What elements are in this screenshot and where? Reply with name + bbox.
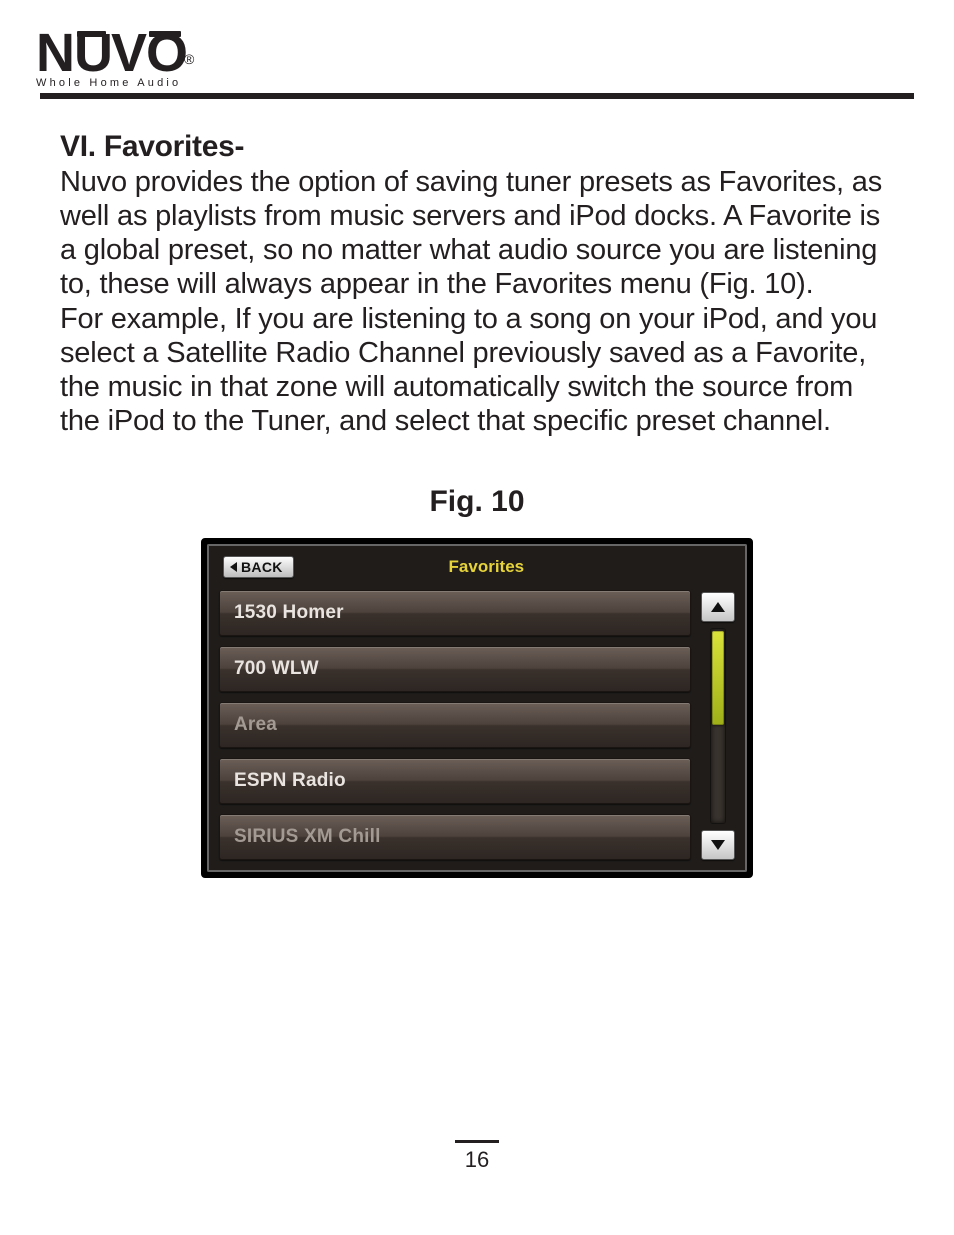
device-screen: BACK Favorites 1530 Homer 700 WLW Area ESPN… [201, 538, 753, 878]
list-item[interactable]: 1530 Homer [219, 590, 691, 636]
brand-logo: N U V O ® Whole Home Audio [36, 28, 914, 89]
logo-letter-u: U [74, 28, 111, 79]
paragraph-1: Nuvo provides the option of saving tuner… [60, 165, 894, 302]
title-bar: BACK Favorites [219, 546, 735, 586]
scroll-track[interactable] [710, 628, 726, 824]
back-button-label: BACK [241, 559, 283, 575]
favorites-list: 1530 Homer 700 WLW Area ESPN Radio SIRIUS XM… [219, 590, 691, 860]
page-number: 16 [465, 1147, 489, 1173]
scrollbar [701, 590, 735, 860]
scroll-thumb[interactable] [712, 631, 724, 725]
list-item[interactable]: 700 WLW [219, 646, 691, 692]
triangle-up-icon [711, 602, 725, 612]
brand-wordmark: N U V O ® [36, 28, 914, 79]
section-heading: VI. Favorites- [60, 130, 244, 163]
chevron-left-icon [230, 562, 237, 572]
screen-title: Favorites [306, 557, 667, 577]
list-item[interactable]: SIRIUS XM Chill [219, 814, 691, 860]
back-button[interactable]: BACK [223, 556, 294, 578]
figure-caption: Fig. 10 [60, 484, 894, 519]
logo-letter-v: V [111, 28, 146, 79]
logo-letter-n: N [36, 28, 74, 79]
paragraph-2: For example, If you are listening to a s… [60, 302, 894, 439]
logo-letter-o: O [146, 28, 186, 79]
list-item[interactable]: Area [219, 702, 691, 748]
list-item[interactable]: ESPN Radio [219, 758, 691, 804]
registered-mark: ® [184, 53, 192, 66]
scroll-down-button[interactable] [701, 830, 735, 860]
scroll-up-button[interactable] [701, 592, 735, 622]
page-footer: 16 [0, 1140, 954, 1173]
body-text: VI. Favorites- Nuvo provides the option … [40, 99, 914, 878]
triangle-down-icon [711, 840, 725, 850]
figure-10: BACK Favorites 1530 Homer 700 WLW Area ESPN… [60, 538, 894, 878]
page-number-rule [455, 1140, 499, 1143]
